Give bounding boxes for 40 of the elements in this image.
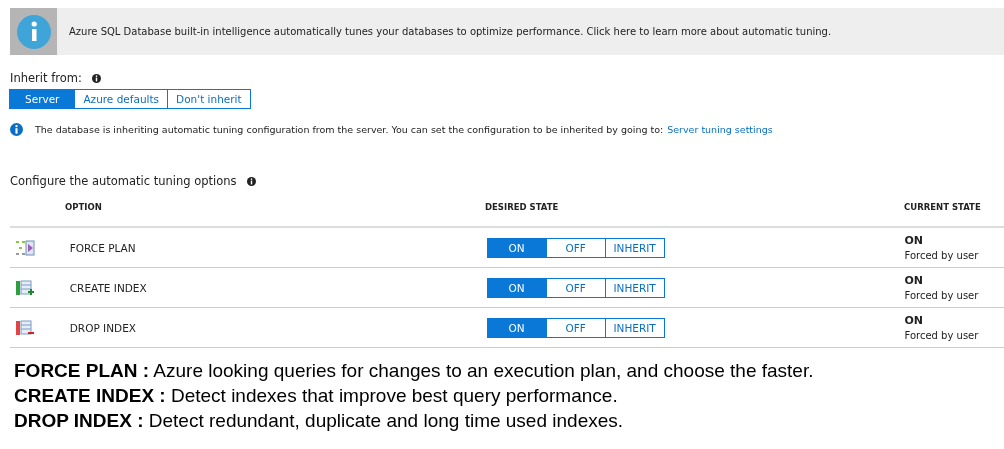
banner-text: Azure SQL Database built-in intelligence automatically tunes your databases to optimize performance. Click here to learn more about automatic tuning. xyxy=(69,26,832,37)
column-header: DESIRED STATE xyxy=(485,202,560,212)
note-text: FORCE PLAN : Azure looking queries for changes to an execution plan, and choose the faster. xyxy=(14,359,815,383)
info-text: The database is inheriting automatic tuning configuration from the server. You can set the configuration to be inherited by going to: xyxy=(35,124,664,135)
table-remove-icon xyxy=(15,319,35,336)
current-note: Forced by user xyxy=(904,248,980,263)
info-icon[interactable] xyxy=(246,176,256,186)
state-option[interactable]: INHERIT xyxy=(604,317,665,338)
table-add-icon xyxy=(15,279,35,296)
source-tab[interactable]: Azure defaults xyxy=(74,89,169,109)
state-option[interactable]: OFF xyxy=(545,317,606,338)
current-state: ON xyxy=(904,272,925,288)
state-option[interactable]: OFF xyxy=(545,277,606,298)
state-option[interactable]: INHERIT xyxy=(604,237,665,258)
state-option[interactable]: INHERIT xyxy=(604,277,665,298)
state-option[interactable]: ON xyxy=(486,277,547,298)
current-state: ON xyxy=(904,232,925,248)
info-banner[interactable]: Azure SQL Database built-in intelligence automatically tunes your databases to optimize performance. Click here to learn more about automatic tuning. xyxy=(10,8,1004,55)
state-option[interactable]: OFF xyxy=(545,237,606,258)
option-name: FORCE PLAN xyxy=(69,241,137,254)
current-note: Forced by user xyxy=(904,288,980,303)
info-icon xyxy=(15,13,52,50)
column-header: OPTION xyxy=(65,202,103,212)
current-note: Forced by user xyxy=(904,328,980,343)
source-tab[interactable]: Don't inherit xyxy=(167,89,251,109)
note-text: DROP INDEX : Detect redundant, duplicate and long time used indexes. xyxy=(14,409,625,433)
state-option[interactable]: ON xyxy=(486,237,547,258)
note-text: CREATE INDEX : Detect indexes that improve best query performance. xyxy=(14,384,619,408)
current-state: ON xyxy=(904,312,925,328)
info-icon xyxy=(10,123,23,136)
server-tuning-link[interactable]: Server tuning settings xyxy=(667,124,773,135)
option-name: DROP INDEX xyxy=(69,321,137,334)
inherit-label: Inherit from: xyxy=(10,71,82,85)
option-name: CREATE INDEX xyxy=(69,281,148,294)
column-header: CURRENT STATE xyxy=(904,202,982,212)
plan-icon xyxy=(15,239,35,256)
source-tab[interactable]: Server xyxy=(9,89,76,109)
info-icon[interactable] xyxy=(91,73,101,83)
state-option[interactable]: ON xyxy=(486,317,547,338)
section-title: Configure the automatic tuning options xyxy=(10,174,237,188)
